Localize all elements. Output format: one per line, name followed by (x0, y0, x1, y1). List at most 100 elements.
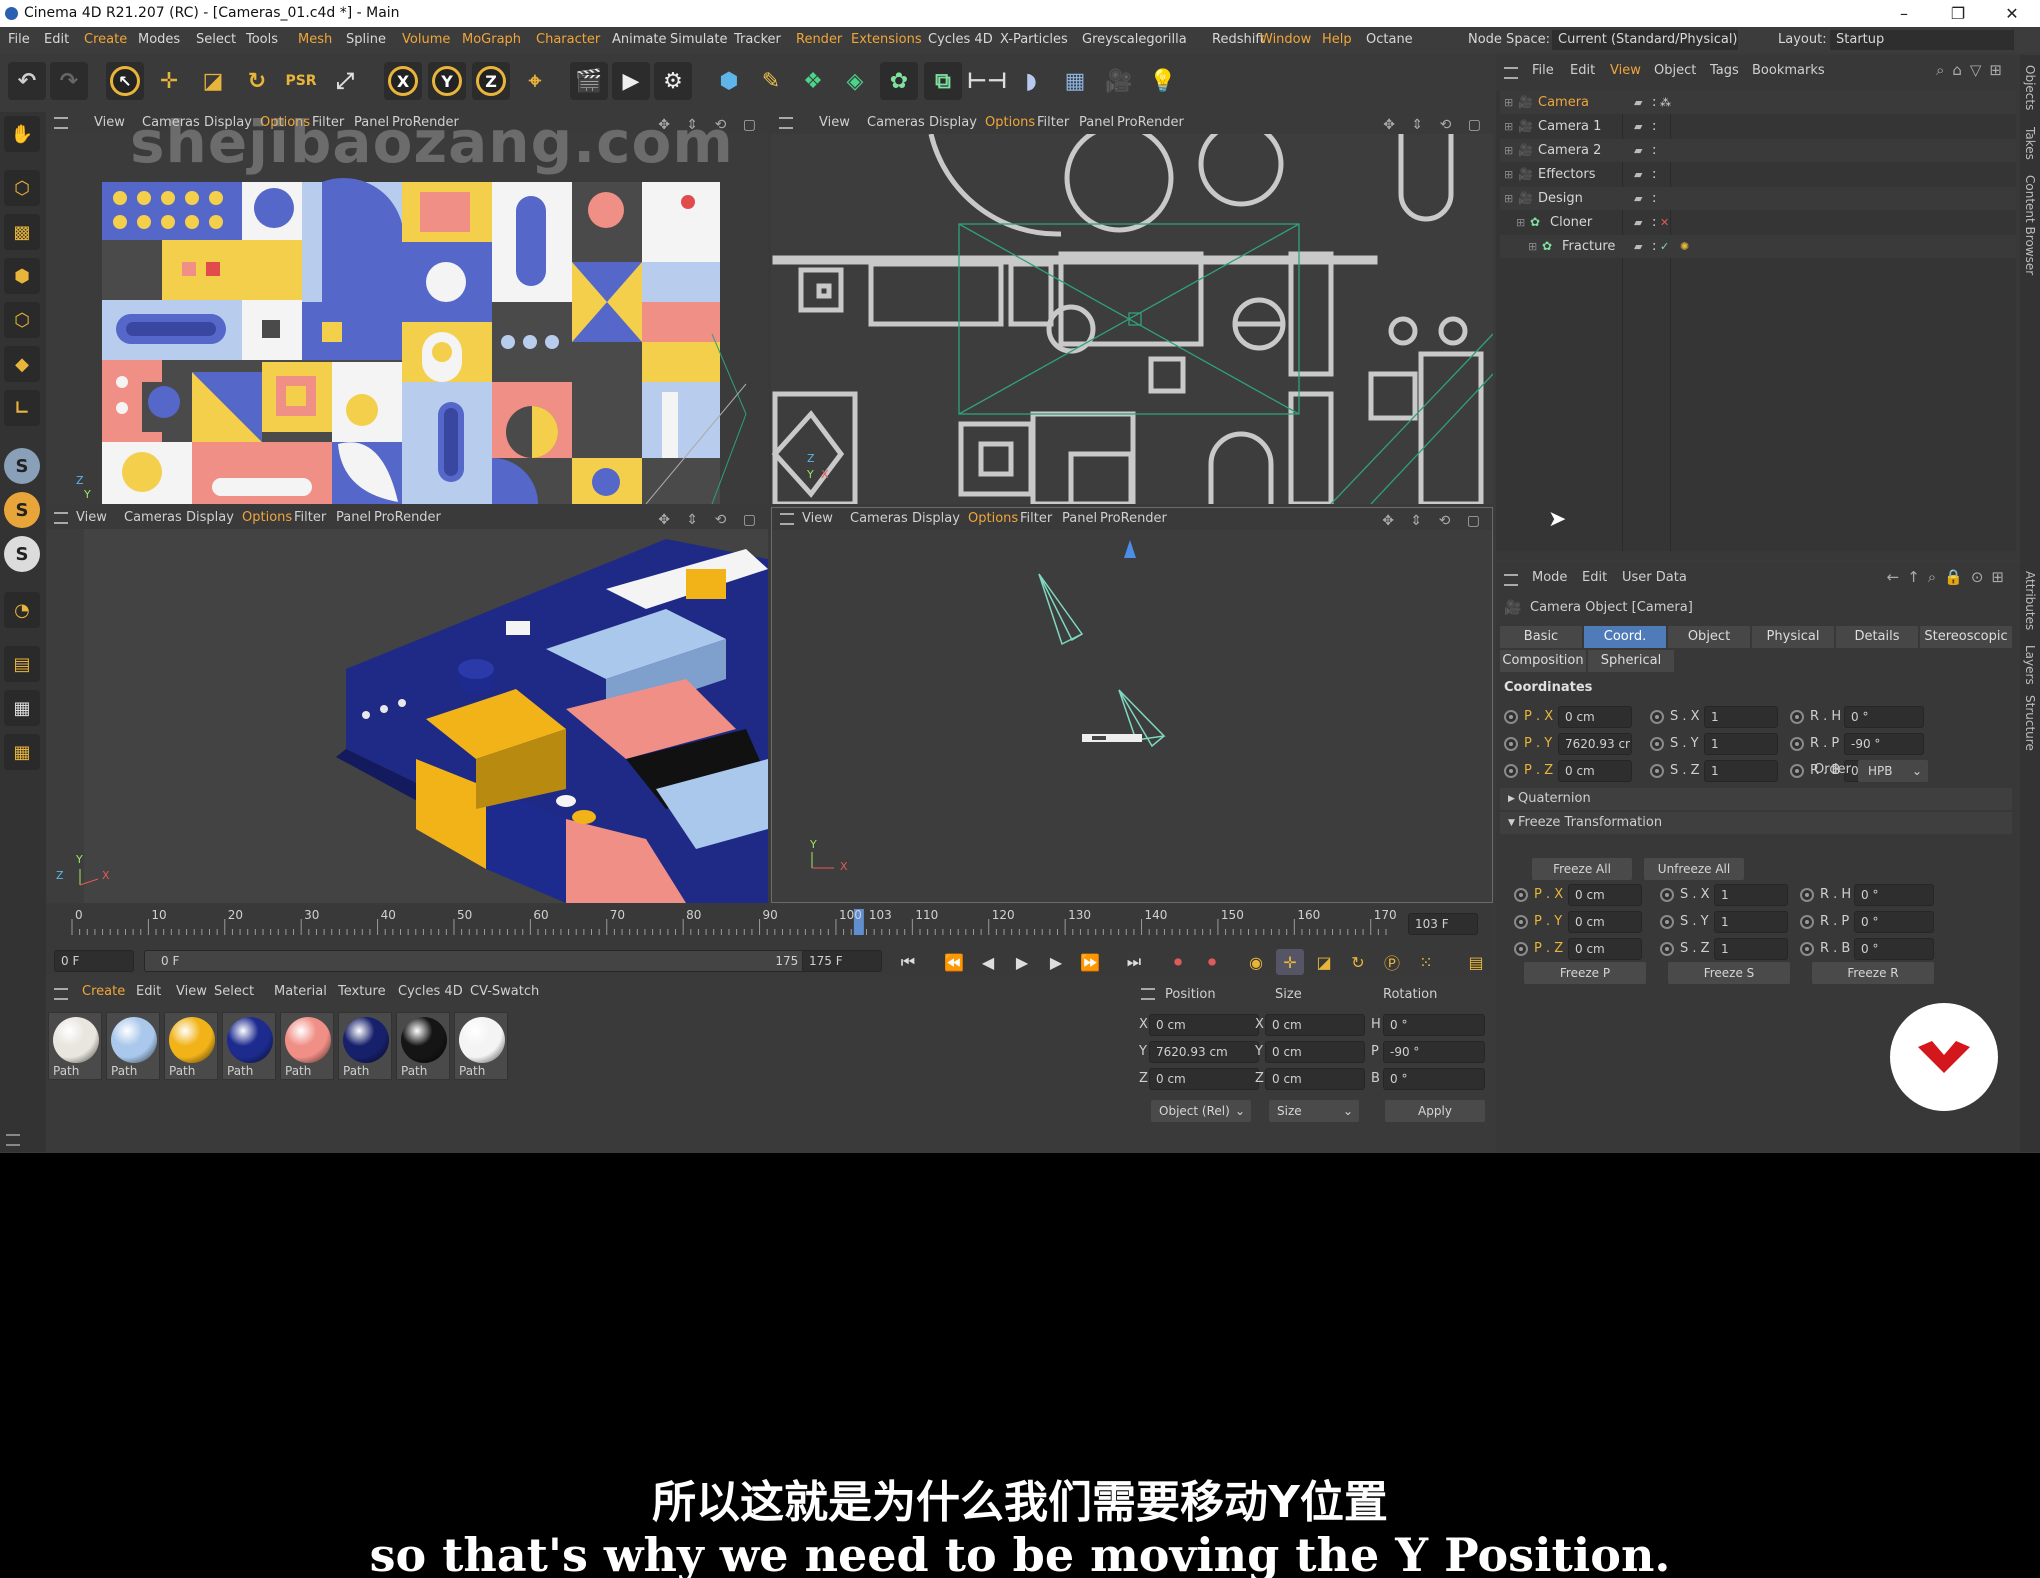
animate-radio-icon[interactable] (1504, 737, 1518, 751)
takes-tab[interactable]: Takes (2023, 127, 2037, 160)
coord-value-field[interactable]: 0 cm (1568, 938, 1642, 960)
close-button[interactable]: ✕ (1992, 0, 2032, 27)
menu-item[interactable]: Redshift (1212, 27, 1265, 53)
panel-menu-icon[interactable] (54, 988, 68, 1000)
end-frame-field[interactable]: 175 F (802, 950, 882, 972)
expand-toggle-icon[interactable]: ⊞ (1516, 211, 1525, 234)
menu-item[interactable]: Cycles 4D (928, 27, 993, 53)
coord-value-field[interactable]: 0 ° (1854, 884, 1934, 906)
frame-ruler[interactable]: 0 10 20 30 40 50 60 70 80 90 100 103 110 120 130 140 150… (46, 905, 1492, 939)
quaternion-section[interactable]: ▶ Quaternion (1500, 788, 2012, 810)
coord-pos[interactable]: 0 cm (1149, 1068, 1259, 1090)
edit-visibility-icon[interactable]: ▰ (1634, 235, 1642, 258)
menu-item[interactable]: Create (84, 27, 127, 53)
edit-visibility-icon[interactable]: ▰ (1634, 139, 1642, 162)
material-menu-item[interactable]: Edit (136, 980, 161, 1004)
object-menu-item[interactable]: Tags (1710, 59, 1739, 83)
coord-value-field[interactable]: 0 ° (1844, 706, 1924, 728)
material-swatch[interactable]: Path (454, 1012, 508, 1080)
animate-radio-icon[interactable] (1790, 764, 1804, 778)
freeze-s-button[interactable]: Freeze S (1668, 962, 1790, 984)
undo-button[interactable]: ↶ (8, 62, 46, 100)
viewport-menu-prorender[interactable]: ProRender (1117, 112, 1184, 134)
tab-stereoscopic[interactable]: Stereoscopic (1920, 626, 2012, 648)
previous-key-icon[interactable]: ⏪ (940, 949, 968, 975)
menu-item[interactable]: MoGraph (462, 27, 521, 53)
edges-mode-button[interactable]: ⬡ (4, 302, 40, 338)
redo-button[interactable]: ↷ (50, 62, 88, 100)
viewport-menu-panel[interactable]: Panel (1079, 112, 1114, 134)
animate-radio-icon[interactable] (1790, 710, 1804, 724)
scale-tool-button[interactable]: ◪ (194, 62, 232, 100)
coord-value-field[interactable]: 1 (1704, 706, 1778, 728)
coord-mode-dropdown[interactable]: Object (Rel) ⌄ (1151, 1100, 1251, 1122)
coord-value-field[interactable]: 0 ° (1854, 938, 1934, 960)
animate-radio-icon[interactable] (1650, 710, 1664, 724)
rotate-tool-button[interactable]: ↻ (238, 62, 276, 100)
viewport-menu-display[interactable]: Display (912, 508, 960, 530)
texture-mode-button[interactable]: ▩ (4, 214, 40, 250)
menu-item[interactable]: Character (536, 27, 600, 53)
object-row[interactable]: ⊞ 🎥 Camera 2 ▰: (1500, 139, 2016, 162)
make-editable-button[interactable]: ✋ (4, 116, 40, 152)
freeze-section[interactable]: ▼ Freeze Transformation (1500, 812, 2012, 834)
material-swatch[interactable]: Path (222, 1012, 276, 1080)
animate-radio-icon[interactable] (1514, 888, 1528, 902)
material-menu-item[interactable]: View (176, 980, 207, 1004)
snap-s3-button[interactable]: S (4, 536, 40, 572)
viewport-bottom-right[interactable]: View Cameras Display Options Filter Panel ProR… (771, 507, 1493, 903)
coord-pos[interactable]: 0 cm (1149, 1014, 1259, 1036)
panel-menu-icon[interactable] (1141, 988, 1155, 1000)
material-swatch[interactable]: Path (338, 1012, 392, 1080)
light-button[interactable]: 💡 (1144, 62, 1182, 100)
viewport-menu-view[interactable]: View (94, 112, 125, 134)
go-to-start-icon[interactable]: ⏮ (894, 949, 922, 975)
coord-value-field[interactable]: 1 (1704, 760, 1778, 782)
render-visibility-dots-icon[interactable]: : (1652, 211, 1656, 234)
expand-toggle-icon[interactable]: ⊞ (1528, 235, 1537, 258)
menu-item[interactable]: Octane (1366, 27, 1413, 53)
viewport-bottom-left[interactable]: View Cameras Display Options Filter Panel ProR… (46, 507, 768, 903)
locked-workplane-button[interactable]: ▦ (4, 734, 40, 770)
z-axis-lock-button[interactable]: Z (472, 62, 510, 100)
render-visibility-dots-icon[interactable]: : (1652, 163, 1656, 186)
render-visibility-dots-icon[interactable]: : (1652, 91, 1656, 114)
coord-size[interactable]: 0 cm (1265, 1041, 1365, 1063)
viewport-menu-view[interactable]: View (76, 507, 107, 529)
viewport-menu-cameras[interactable]: Cameras (124, 507, 182, 529)
attribute-menu-item[interactable]: Mode (1532, 566, 1567, 590)
live-selection-button[interactable]: ↖ (106, 62, 144, 100)
keyframe-selection-icon[interactable]: ◉ (1242, 949, 1270, 975)
animate-radio-icon[interactable] (1660, 942, 1674, 956)
animate-radio-icon[interactable] (1800, 888, 1814, 902)
cube-primitive-button[interactable]: ⬢ (710, 62, 748, 100)
start-frame-field[interactable]: 0 F (54, 950, 134, 972)
axis-mode-button[interactable]: ∟ (4, 390, 40, 426)
tab-object[interactable]: Object (1668, 626, 1750, 648)
viewport-nav-icons[interactable]: ✥ ⇕ ⟲ ▢ (1382, 510, 1486, 532)
menu-item[interactable]: Render (796, 27, 842, 53)
menu-item[interactable]: Help (1322, 27, 1352, 53)
viewport-menu-icon[interactable] (54, 512, 68, 524)
animate-radio-icon[interactable] (1800, 942, 1814, 956)
navigation-icons[interactable]: ←↑⌕🔒⊙⊞ (1887, 568, 2012, 586)
tab-physical[interactable]: Physical (1752, 626, 1834, 648)
deformer-button[interactable]: ⊢⊣ (967, 62, 1007, 100)
menu-item[interactable]: Volume (402, 27, 450, 53)
workplane-button[interactable]: ▤ (4, 646, 40, 682)
viewport-menu-options[interactable]: Options (242, 507, 292, 529)
scale-key-icon[interactable]: ◪ (1310, 949, 1338, 975)
coord-size[interactable]: 0 cm (1265, 1068, 1365, 1090)
cloner-button[interactable]: ✿ (880, 62, 918, 100)
material-menu-item[interactable]: Texture (338, 980, 386, 1004)
animate-radio-icon[interactable] (1514, 942, 1528, 956)
viewport-menu-options[interactable]: Options (968, 508, 1018, 530)
structure-tab[interactable]: Structure (2023, 695, 2037, 751)
render-settings-button[interactable]: ⚙ (654, 62, 692, 100)
coord-value-field[interactable]: 0 cm (1568, 911, 1642, 933)
viewport-menu-icon[interactable] (780, 513, 794, 525)
animate-radio-icon[interactable] (1650, 764, 1664, 778)
camera-tag-icon[interactable]: ⁂ (1660, 91, 1671, 114)
edit-visibility-icon[interactable]: ▰ (1634, 187, 1642, 210)
enabled-check-icon[interactable]: ✓ (1660, 235, 1669, 258)
